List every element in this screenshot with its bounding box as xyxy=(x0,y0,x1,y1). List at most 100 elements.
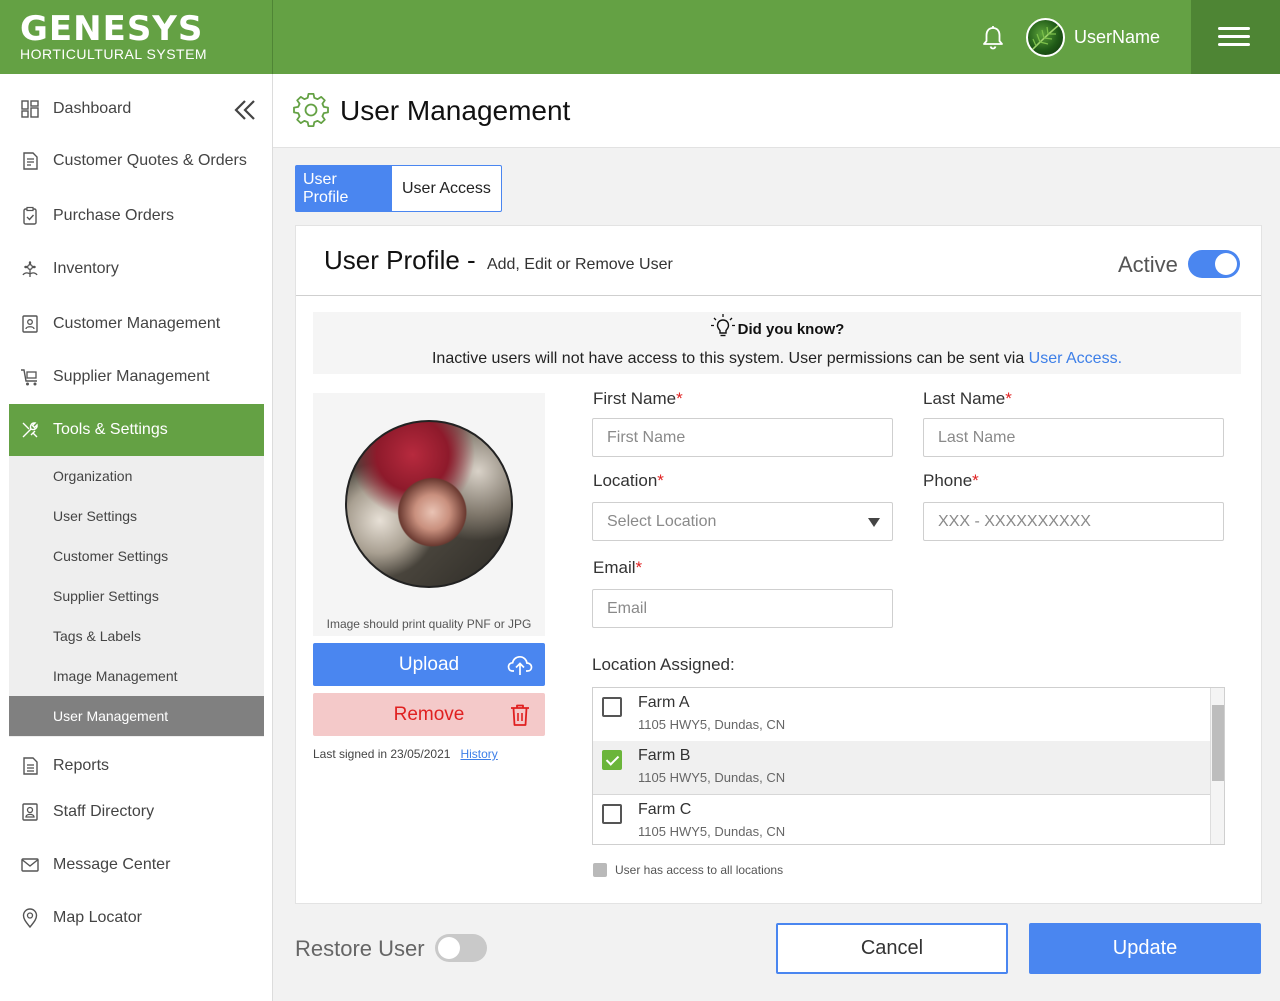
email-label-text: Email xyxy=(593,558,636,577)
sidebar-item-map-locator[interactable]: Map Locator xyxy=(9,895,264,941)
tip-body: Inactive users will not have access to t… xyxy=(431,350,1029,367)
active-toggle[interactable] xyxy=(1188,250,1240,278)
remove-button[interactable]: Remove xyxy=(313,693,545,736)
location-assigned-list[interactable]: Farm A 1105 HWY5, Dundas, CN Farm B 1105… xyxy=(592,687,1225,845)
hamburger-line xyxy=(1218,27,1250,30)
profile-photo-panel xyxy=(313,393,545,636)
location-row-farm-a[interactable]: Farm A 1105 HWY5, Dundas, CN xyxy=(593,688,1210,742)
location-row-farm-c[interactable]: Farm C 1105 HWY5, Dundas, CN xyxy=(593,795,1210,844)
top-header: GENESYS HORTICULTURAL SYSTEM UserName xyxy=(0,0,1280,74)
sidebar-item-tools-settings[interactable]: Tools & Settings xyxy=(9,404,264,456)
last-name-label-text: Last Name xyxy=(923,389,1006,408)
sidebar-item-customer-quotes-orders[interactable]: Customer Quotes & Orders xyxy=(9,138,264,184)
location-checkbox[interactable] xyxy=(602,804,622,824)
location-name: Farm C xyxy=(638,801,692,818)
phone-input[interactable]: XXX - XXXXXXXXXX xyxy=(923,502,1224,541)
tools-icon xyxy=(22,422,38,438)
submenu-item-customer-settings[interactable]: Customer Settings xyxy=(9,536,264,576)
location-checkbox-checked[interactable] xyxy=(602,750,622,770)
sidebar-item-reports[interactable]: Reports xyxy=(9,743,264,789)
lightbulb-icon xyxy=(710,314,735,337)
location-checkbox[interactable] xyxy=(602,697,622,717)
sidebar-item-supplier-management[interactable]: Supplier Management xyxy=(9,354,264,400)
all-locations-checkbox[interactable] xyxy=(593,863,607,877)
tip-title: Did you know? xyxy=(313,314,1241,339)
card-title-text: User Profile - xyxy=(324,245,476,275)
sidebar-item-label: Reports xyxy=(53,757,110,774)
sidebar-item-label: Staff Directory xyxy=(53,803,155,820)
location-row-farm-b[interactable]: Farm B 1105 HWY5, Dundas, CN xyxy=(593,741,1210,795)
location-list-scrollbar[interactable] xyxy=(1210,688,1224,844)
sidebar-item-label: Message Center xyxy=(53,856,171,873)
sidebar-item-label: Inventory xyxy=(53,260,119,277)
cancel-button[interactable]: Cancel xyxy=(776,923,1008,974)
sidebar: Dashboard Customer Quotes & Orders Purch… xyxy=(0,74,273,1001)
tip-title-text: Did you know? xyxy=(737,321,845,338)
submenu-item-organization[interactable]: Organization xyxy=(9,456,264,496)
id-badge-icon xyxy=(22,803,38,821)
submenu-item-user-settings[interactable]: User Settings xyxy=(9,496,264,536)
remove-button-label: Remove xyxy=(393,703,465,725)
upload-button[interactable]: Upload xyxy=(313,643,545,686)
required-mark: * xyxy=(676,389,683,408)
submenu-item-image-management[interactable]: Image Management xyxy=(9,656,264,696)
sidebar-item-purchase-orders[interactable]: Purchase Orders xyxy=(9,193,264,239)
card-title: User Profile - Add, Edit or Remove User xyxy=(324,245,673,276)
location-address: 1105 HWY5, Dundas, CN xyxy=(638,717,786,732)
username-label[interactable]: UserName xyxy=(1074,27,1160,48)
location-label-text: Location xyxy=(593,471,658,490)
location-address: 1105 HWY5, Dundas, CN xyxy=(638,770,786,785)
restore-user-label: Restore User xyxy=(295,936,425,961)
hamburger-menu-button[interactable] xyxy=(1191,0,1280,74)
sidebar-item-inventory[interactable]: Inventory xyxy=(9,246,264,292)
document-icon xyxy=(23,152,38,170)
tools-settings-submenu: Organization User Settings Customer Sett… xyxy=(9,456,264,737)
sidebar-item-staff-directory[interactable]: Staff Directory xyxy=(9,789,264,835)
submenu-item-tags-labels[interactable]: Tags & Labels xyxy=(9,616,264,656)
report-icon xyxy=(23,757,38,775)
scrollbar-thumb[interactable] xyxy=(1212,705,1224,781)
brand-tagline: HORTICULTURAL SYSTEM xyxy=(20,46,208,62)
all-locations-option[interactable]: User has access to all locations xyxy=(593,863,783,877)
submenu-item-supplier-settings[interactable]: Supplier Settings xyxy=(9,576,264,616)
location-select-value: Select Location xyxy=(607,512,717,530)
email-input[interactable]: Email xyxy=(592,589,893,628)
contact-card-icon xyxy=(22,315,38,333)
user-access-link[interactable]: User Access. xyxy=(1029,350,1122,367)
sidebar-item-label: Customer Management xyxy=(53,315,221,332)
restore-user-toggle[interactable] xyxy=(435,934,487,962)
map-pin-icon xyxy=(22,908,38,928)
user-avatar[interactable] xyxy=(1026,18,1065,57)
last-signed-in: Last signed in 23/05/2021 History xyxy=(313,747,498,761)
all-locations-label: User has access to all locations xyxy=(615,863,784,877)
photo-requirements-note: Image should print quality PNF or JPG xyxy=(326,617,532,631)
toggle-knob xyxy=(1215,253,1237,275)
email-label: Email* xyxy=(593,558,642,578)
page-title: User Management xyxy=(340,95,571,126)
location-select[interactable]: Select Location xyxy=(592,502,893,541)
dropdown-caret-icon xyxy=(868,518,880,527)
last-name-input[interactable]: Last Name xyxy=(923,418,1224,457)
user-profile-card: User Profile - Add, Edit or Remove User … xyxy=(295,225,1262,904)
update-button[interactable]: Update xyxy=(1029,923,1261,974)
app-logo[interactable]: GENESYS HORTICULTURAL SYSTEM xyxy=(20,12,207,62)
bell-icon[interactable] xyxy=(979,24,1007,52)
collapse-sidebar-icon[interactable] xyxy=(232,98,258,122)
profile-photo xyxy=(345,420,513,588)
first-name-input[interactable]: First Name xyxy=(592,418,893,457)
tab-user-profile[interactable]: User Profile xyxy=(296,166,392,211)
location-name: Farm A xyxy=(638,694,690,711)
cloud-upload-icon xyxy=(507,655,533,675)
card-subtitle: Add, Edit or Remove User xyxy=(486,256,673,273)
hamburger-line xyxy=(1218,43,1250,46)
tab-user-access[interactable]: User Access xyxy=(392,166,501,211)
sidebar-item-customer-management[interactable]: Customer Management xyxy=(9,301,264,347)
gear-icon xyxy=(293,93,329,128)
sidebar-item-message-center[interactable]: Message Center xyxy=(9,842,264,888)
history-link[interactable]: History xyxy=(460,747,497,761)
sidebar-item-label: Supplier Management xyxy=(53,368,210,385)
last-signed-text: Last signed in 23/05/2021 xyxy=(313,747,451,761)
brand-name: GENESYS xyxy=(20,9,204,49)
sidebar-item-dashboard[interactable]: Dashboard xyxy=(9,86,264,132)
submenu-item-user-management[interactable]: User Management xyxy=(9,696,264,736)
